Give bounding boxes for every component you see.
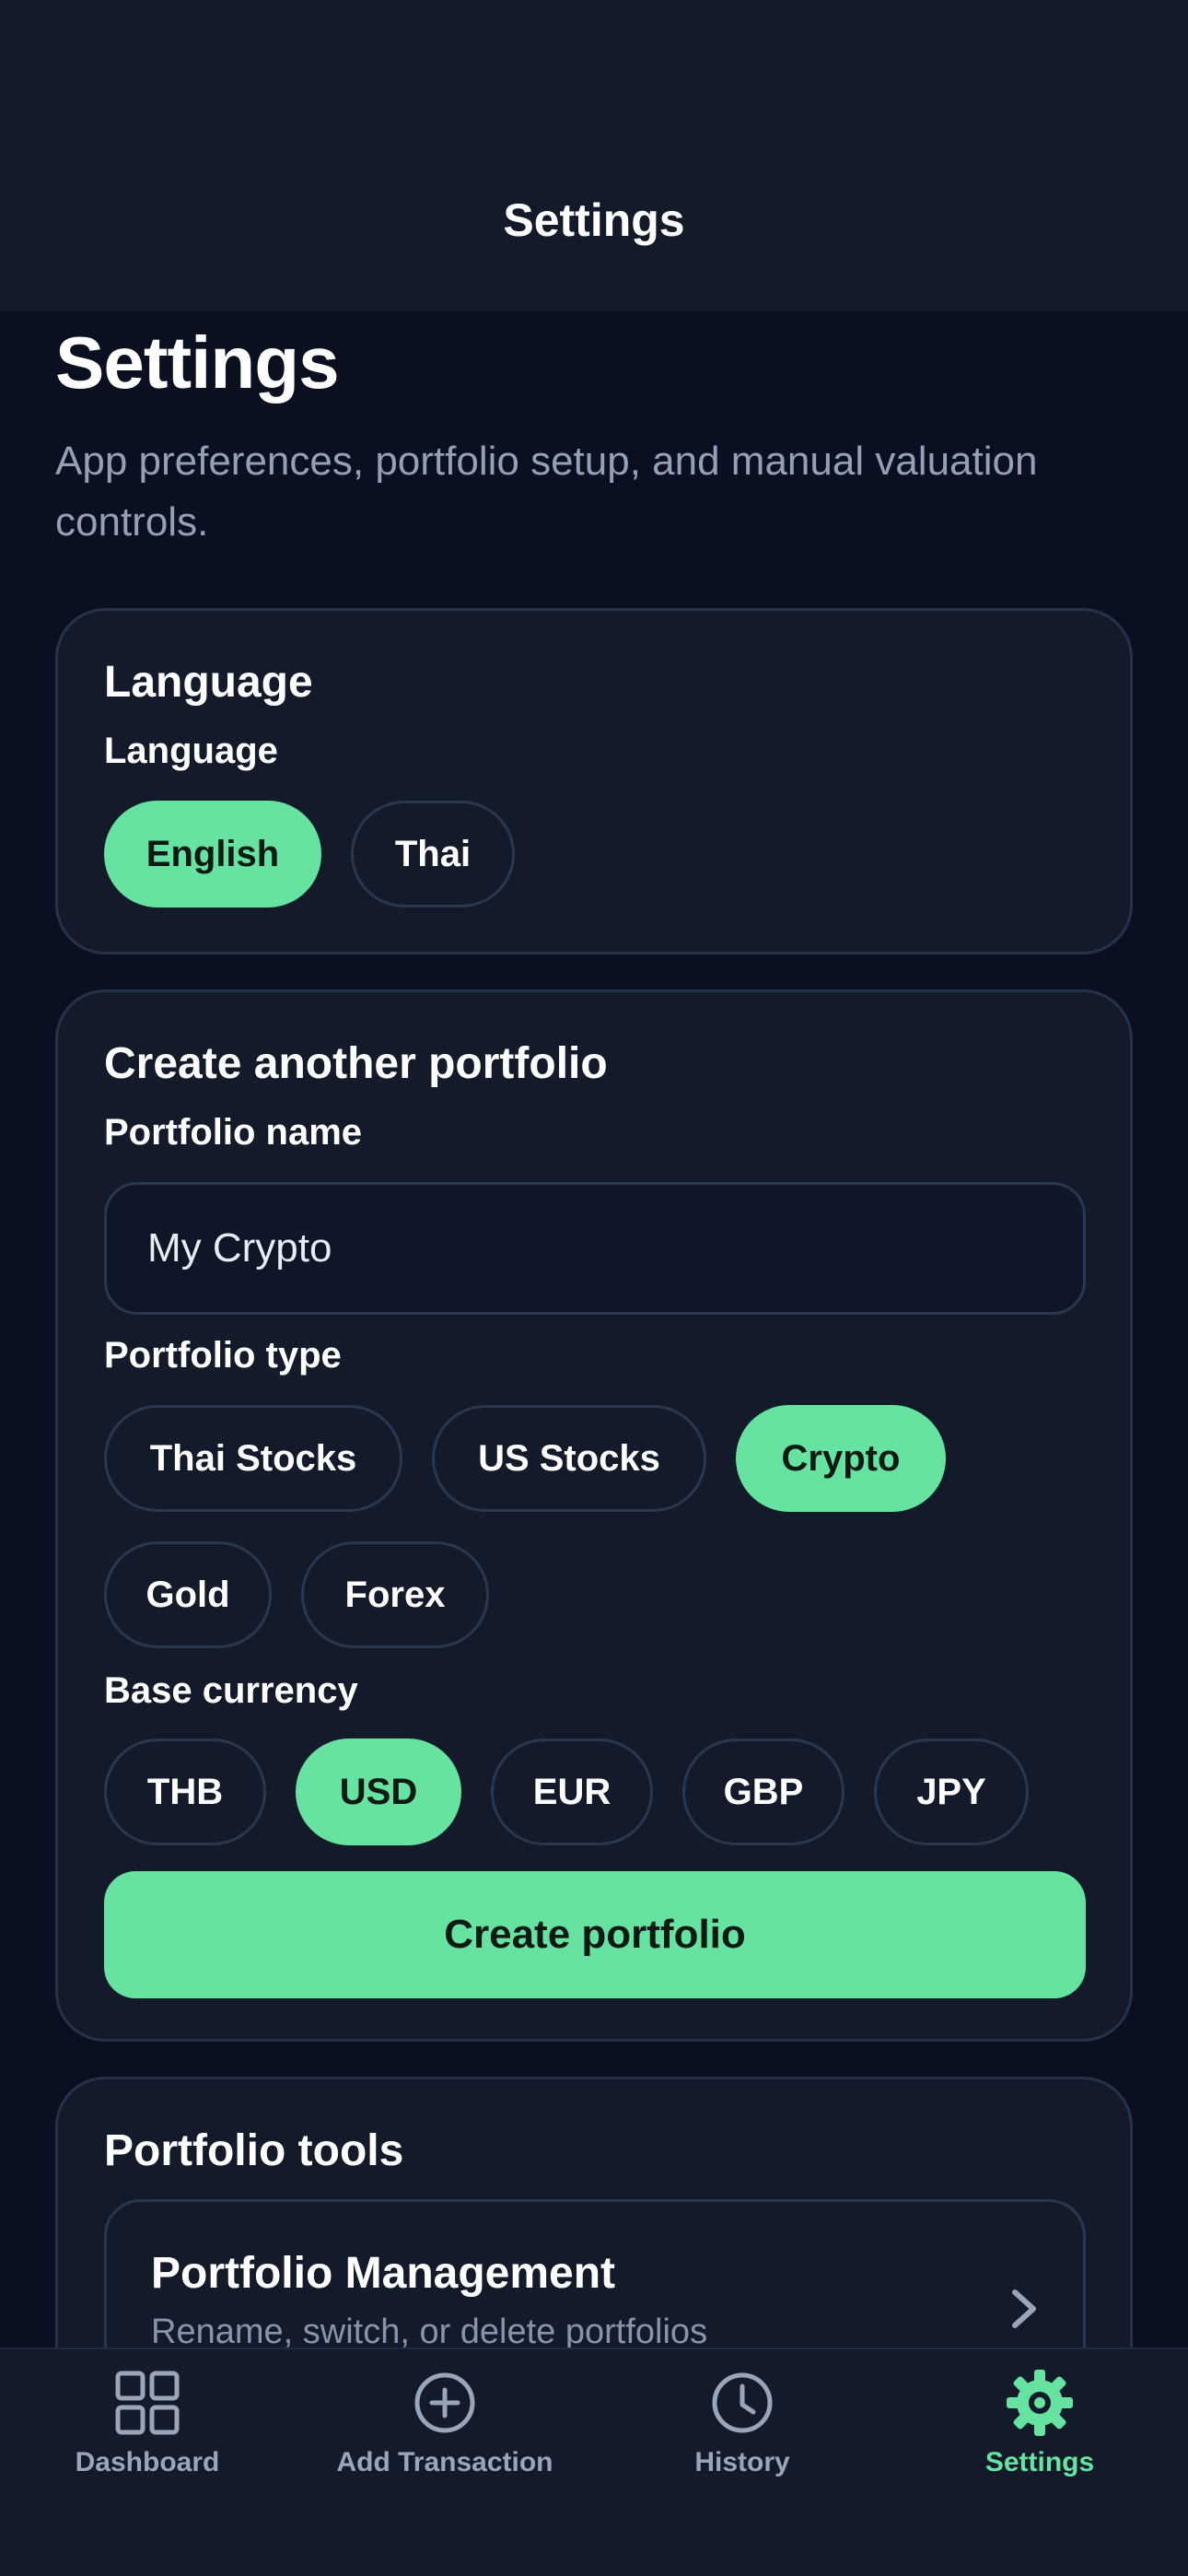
tab-settings-label: Settings (984, 2447, 1095, 2477)
settings-screen: Settings Settings App preferences, portf… (0, 0, 1188, 2576)
type-option-forex[interactable]: Forex (301, 1541, 489, 1648)
language-option-english[interactable]: English (104, 801, 321, 907)
portfolio-tools-title: Portfolio tools (104, 2126, 404, 2175)
portfolio-type-label: Portfolio type (104, 1335, 342, 1376)
create-portfolio-card: Create another portfolio Portfolio name … (55, 989, 1133, 2042)
currency-option-gbp[interactable]: GBP (682, 1739, 844, 1845)
clock-icon (712, 2372, 773, 2433)
grid-icon (115, 2371, 180, 2435)
tab-add-transaction-label: Add Transaction (336, 2447, 553, 2477)
tab-dashboard-label: Dashboard (75, 2447, 220, 2477)
language-option-thai[interactable]: Thai (351, 801, 515, 907)
type-option-crypto[interactable]: Crypto (736, 1405, 946, 1512)
tab-dashboard[interactable]: Dashboard (0, 2368, 295, 2515)
currency-option-eur[interactable]: EUR (491, 1739, 653, 1845)
portfolio-name-input[interactable]: My Crypto (104, 1182, 1086, 1315)
currency-option-usd[interactable]: USD (296, 1739, 461, 1845)
base-currency-label: Base currency (104, 1670, 358, 1711)
portfolio-management-title: Portfolio Management (151, 2249, 616, 2298)
portfolio-name-value: My Crypto (147, 1225, 332, 1270)
type-option-thai-stocks[interactable]: Thai Stocks (104, 1405, 402, 1512)
top-navigation-bar: Settings (0, 0, 1188, 311)
type-option-us-stocks[interactable]: US Stocks (432, 1405, 706, 1512)
language-card: Language Language English Thai (55, 608, 1133, 954)
chevron-right-icon (1012, 2289, 1036, 2328)
tab-add-transaction[interactable]: Add Transaction (297, 2368, 592, 2515)
language-card-title: Language (104, 658, 313, 707)
create-portfolio-button[interactable]: Create portfolio (104, 1871, 1086, 1998)
plus-circle-icon (414, 2372, 475, 2433)
portfolio-name-label: Portfolio name (104, 1112, 363, 1153)
create-portfolio-title: Create another portfolio (104, 1039, 608, 1088)
bottom-tab-bar: Dashboard Add Transaction History Settin… (0, 2348, 1188, 2576)
type-option-gold[interactable]: Gold (104, 1541, 272, 1648)
portfolio-management-subtitle: Rename, switch, or delete portfolios (151, 2313, 708, 2351)
language-label: Language (104, 731, 278, 771)
tab-history-label: History (694, 2447, 790, 2477)
gear-icon (1007, 2370, 1073, 2436)
currency-option-jpy[interactable]: JPY (874, 1739, 1029, 1845)
navbar-title: Settings (503, 194, 685, 246)
tab-history[interactable]: History (595, 2368, 890, 2515)
tab-settings[interactable]: Settings (892, 2368, 1187, 2515)
page-subtitle: App preferences, portfolio setup, and ma… (55, 439, 1038, 544)
page-title: Settings (55, 322, 340, 404)
currency-option-thb[interactable]: THB (104, 1739, 266, 1845)
